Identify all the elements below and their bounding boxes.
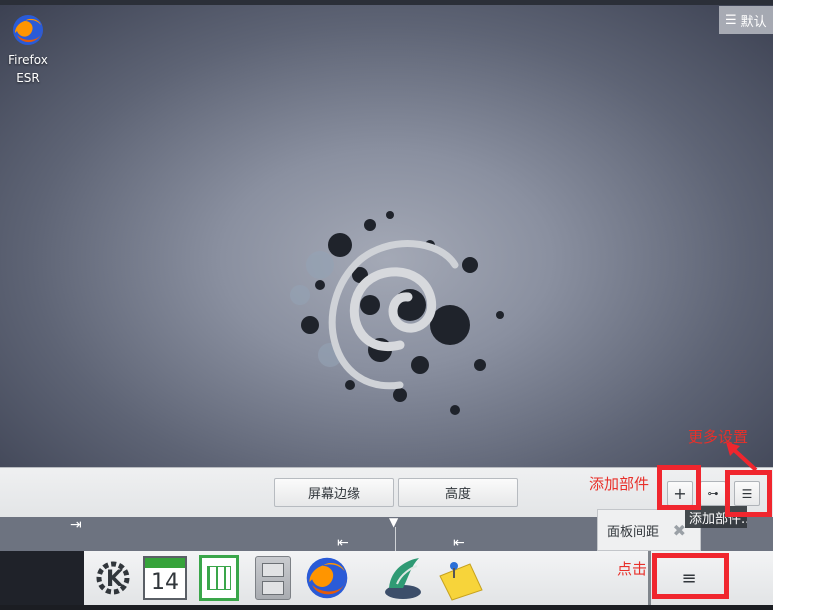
desktop-icon-firefox[interactable]: Firefox ESR: [4, 13, 52, 87]
highlight-panel-options: [652, 553, 729, 599]
right-margin: [773, 0, 819, 610]
max-length-handle-icon[interactable]: ⇤: [453, 535, 465, 551]
desktop[interactable]: Firefox ESR ☰ 默认: [0, 5, 773, 467]
calendar-day: 14: [151, 570, 179, 595]
highlight-add-widget: [657, 465, 701, 510]
spreadsheet-icon[interactable]: [194, 553, 244, 603]
calendar-icon[interactable]: 14: [140, 553, 190, 603]
desktop-icon-label-line1: Firefox: [8, 53, 48, 67]
highlight-more-settings: [725, 470, 772, 517]
desktop-icon-label-line2: ESR: [16, 71, 40, 85]
firefox-taskbar-icon[interactable]: [302, 553, 352, 603]
svg-text:K: K: [106, 567, 124, 592]
center-line: [395, 527, 396, 551]
desktop-toolbox-button[interactable]: ☰ 默认: [719, 6, 773, 34]
firefox-icon: [13, 15, 43, 45]
annotation-click: 点击: [617, 560, 648, 578]
center-handle-icon[interactable]: ▼: [389, 515, 398, 529]
panel-spacing-label: 面板间距: [607, 524, 660, 540]
taskbar-left-area: [0, 551, 84, 605]
file-manager-icon[interactable]: [248, 553, 298, 603]
screen-edge-button[interactable]: 屏幕边缘: [274, 478, 394, 507]
height-button[interactable]: 高度: [398, 478, 518, 507]
desktop-toolbox-label: 默认: [740, 14, 767, 30]
kde-menu-icon[interactable]: K: [88, 553, 138, 603]
min-length-handle-icon[interactable]: ⇤: [337, 535, 349, 551]
annotation-add-widget: 添加部件: [589, 475, 650, 493]
hamburger-icon: ☰: [725, 12, 737, 28]
sticky-note-icon[interactable]: [434, 553, 484, 603]
app-launcher-bird-icon[interactable]: [378, 553, 428, 603]
offset-handle-icon[interactable]: ⇥: [70, 517, 82, 533]
taskbar-separator: [648, 551, 651, 605]
debian-swirl-logo: [290, 211, 504, 415]
add-spacer-button[interactable]: ⊶: [700, 481, 726, 506]
spacer-icon: ⊶: [707, 487, 719, 500]
bottom-edge: [0, 605, 773, 610]
close-icon[interactable]: ✖: [673, 521, 686, 540]
annotation-more-settings: 更多设置: [688, 428, 749, 446]
